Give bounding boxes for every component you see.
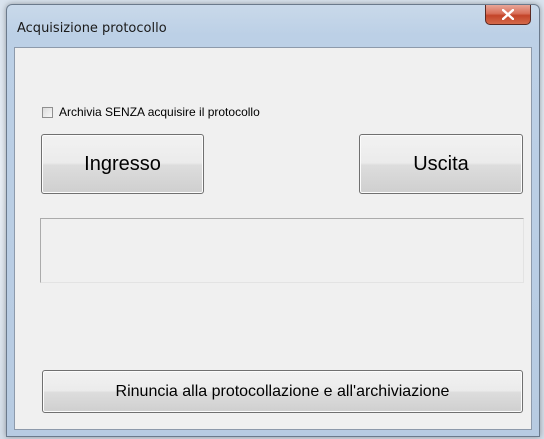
rinuncia-button[interactable]: Rinuncia alla protocollazione e all'arch… [42, 370, 523, 413]
dialog-client-area: Archivia SENZA acquisire il protocollo I… [14, 47, 532, 430]
close-button[interactable] [485, 5, 531, 25]
ingresso-button[interactable]: Ingresso [41, 134, 204, 194]
window-title: Acquisizione protocollo [17, 21, 167, 36]
archive-without-protocol-option[interactable]: Archivia SENZA acquisire il protocollo [42, 105, 260, 119]
archive-without-protocol-checkbox[interactable] [42, 106, 53, 118]
title-bar[interactable]: Acquisizione protocollo [7, 5, 539, 39]
close-icon [502, 9, 514, 20]
uscita-button[interactable]: Uscita [359, 134, 523, 194]
status-display-box [40, 218, 524, 283]
dialog-window: Acquisizione protocollo Archivia SENZA a… [6, 4, 540, 437]
archive-without-protocol-label[interactable]: Archivia SENZA acquisire il protocollo [59, 105, 260, 119]
